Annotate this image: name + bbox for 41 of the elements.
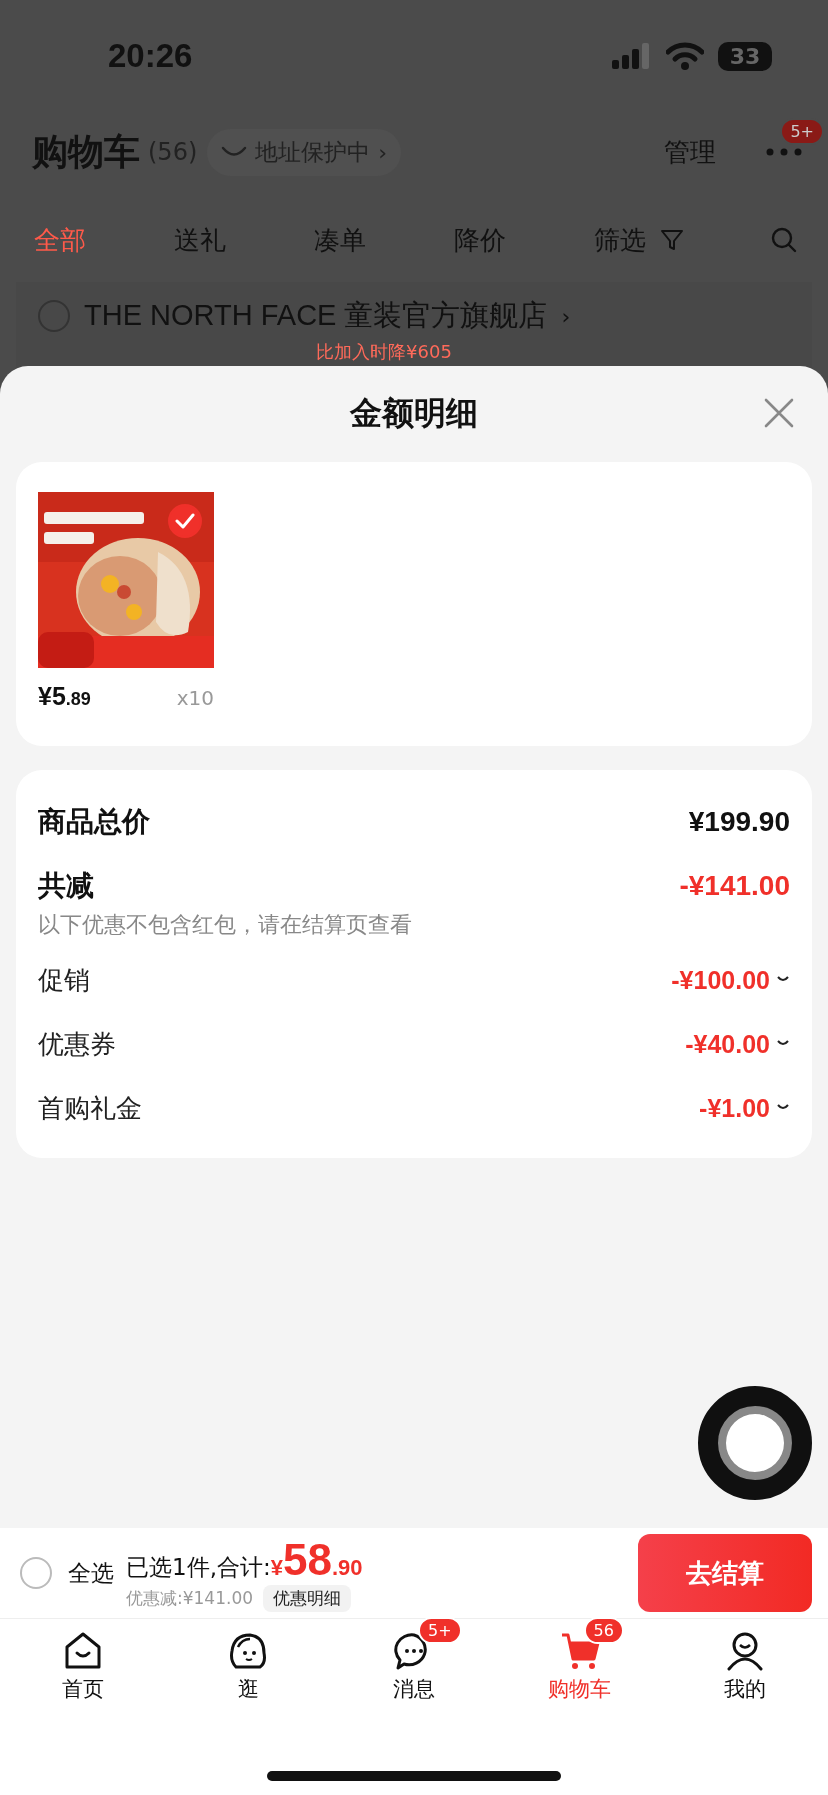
- summary-label: 商品总价: [38, 804, 150, 840]
- filter-tab[interactable]: 降价: [454, 222, 506, 258]
- select-all-label[interactable]: 全选: [68, 1557, 114, 1589]
- filter-tab[interactable]: 筛选: [594, 222, 646, 258]
- discount-total: 优惠减:¥141.00: [126, 1586, 254, 1610]
- item-price: ¥5.89: [38, 682, 91, 711]
- summary-label: 共减: [38, 868, 94, 904]
- notification-badge: 5+: [418, 1617, 462, 1644]
- discount-row[interactable]: 促销 -¥100.00: [38, 948, 790, 1012]
- sheet-title: 金额明细: [350, 393, 478, 434]
- signal-icon: [612, 43, 652, 69]
- select-all-checkbox[interactable]: [20, 1557, 52, 1589]
- summary-amount: -¥141.00: [679, 870, 790, 902]
- filter-tab[interactable]: 凑单: [314, 222, 366, 258]
- total-text: 已选1件,合计:¥58.90: [126, 1534, 364, 1585]
- page-title: 购物车: [32, 129, 140, 174]
- discount-note: 以下优惠不包含红包，请在结算页查看: [38, 911, 413, 939]
- discount-row[interactable]: 优惠券 -¥40.00: [38, 1012, 790, 1076]
- notification-badge: 5+: [780, 118, 824, 145]
- manage-button[interactable]: 管理: [664, 134, 716, 170]
- tab-bar-item[interactable]: 逛: [237, 1675, 259, 1703]
- face-icon[interactable]: [228, 1631, 269, 1671]
- price-drop-note: 比加入时降¥605: [316, 340, 452, 364]
- discount-row[interactable]: 首购礼金 -¥1.00: [38, 1076, 790, 1140]
- chevron-icon: ›: [561, 303, 571, 329]
- tab-bar-item[interactable]: 消息: [393, 1675, 435, 1703]
- checkout-button[interactable]: 去结算: [638, 1534, 812, 1612]
- wifi-icon: [666, 42, 704, 70]
- filter-tab[interactable]: 送礼: [174, 222, 226, 258]
- chevron-icon: ›: [378, 139, 388, 165]
- tab-bar-item[interactable]: 首页: [61, 1675, 104, 1703]
- summary-amount: ¥199.90: [688, 806, 790, 838]
- battery-indicator: 33: [718, 41, 772, 71]
- discount-details-button[interactable]: 优惠明细: [263, 1584, 352, 1612]
- smile-icon: [221, 145, 248, 159]
- tab-bar-item[interactable]: 购物车: [548, 1675, 612, 1703]
- item-quantity: x10: [176, 686, 214, 710]
- status-time: 20:26: [108, 37, 193, 75]
- close-icon[interactable]: [764, 398, 794, 428]
- tab-bar-item[interactable]: 我的: [724, 1675, 767, 1703]
- filter-tab[interactable]: 全部: [34, 222, 86, 258]
